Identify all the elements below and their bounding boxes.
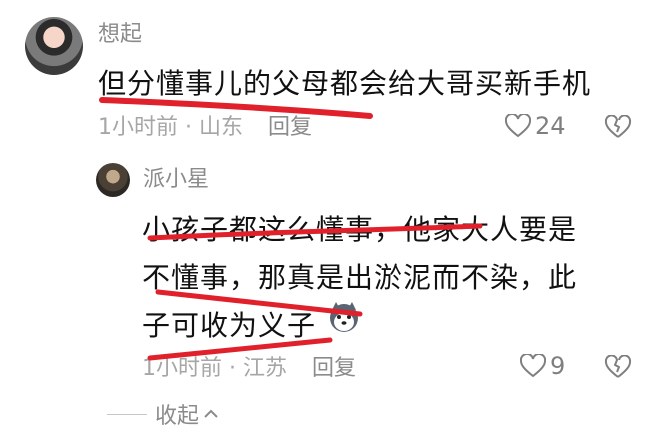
dislike-button[interactable] [604,114,632,143]
collapse-replies-button[interactable]: 收起 [107,398,219,430]
like-button[interactable]: 24 [505,112,566,140]
comment-meta: 1小时前 · 江苏 回复 [142,357,356,381]
comment-username[interactable]: 想起 [98,23,142,47]
comment-text: 小孩子都这么懂事，他家大人要是 不懂事，那真是出淤泥而不染，此 子可收为义子 [142,206,612,350]
reply-button[interactable]: 回复 [268,115,312,140]
comment-line: 小孩子都这么懂事，他家大人要是 [142,213,578,246]
reply-button[interactable]: 回复 [312,356,356,381]
comment-username[interactable]: 派小星 [143,168,209,192]
collapse-label: 收起 [155,404,200,429]
like-count: 9 [550,352,566,380]
avatar[interactable] [25,17,83,75]
like-button[interactable]: 9 [520,352,565,380]
comment-time-location: 1小时前 · 江苏 [142,356,287,381]
divider [107,413,147,415]
like-count: 24 [535,112,566,140]
comment-line: 子可收为义子 [142,309,317,342]
comment-text: 但分懂事儿的父母都会给大哥买新手机 [98,67,592,100]
comment-line: 不懂事，那真是出淤泥而不染，此 [142,261,578,294]
heart-icon [505,114,531,138]
broken-heart-icon [604,354,632,378]
husky-emoji [330,302,358,332]
dislike-button[interactable] [604,354,632,383]
chevron-up-icon [204,409,218,418]
comment-meta: 1小时前 · 山东 回复 [98,116,312,140]
comment-time-location: 1小时前 · 山东 [98,115,243,140]
avatar[interactable] [96,163,130,197]
heart-icon [520,354,546,378]
broken-heart-icon [604,114,632,138]
